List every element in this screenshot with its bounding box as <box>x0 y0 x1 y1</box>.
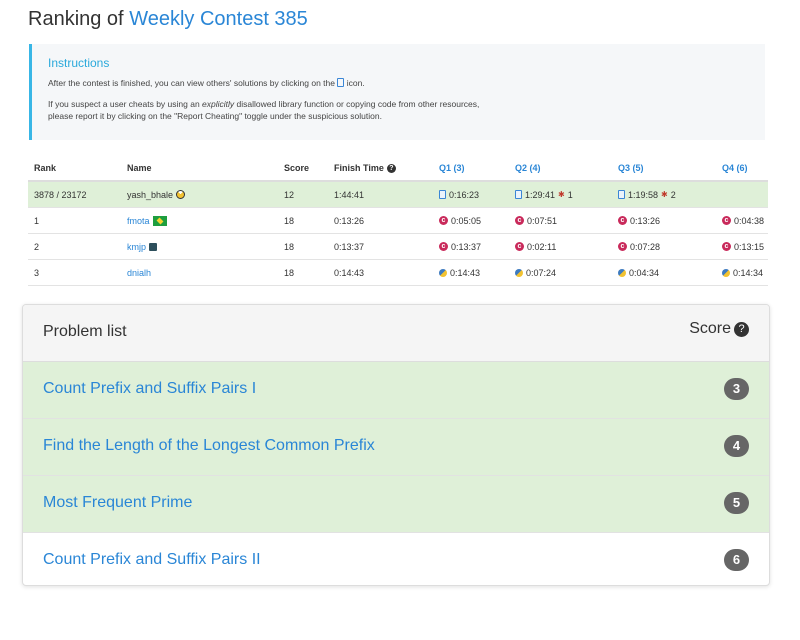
q4-cell[interactable]: 0:14:34 <box>722 260 763 285</box>
name-cell: kmjp <box>127 234 158 259</box>
q2-cell[interactable]: c 0:02:11 <box>515 234 556 259</box>
q4-cell[interactable]: c 0:13:15 <box>722 234 764 259</box>
page-title: Ranking of Weekly Contest 385 <box>28 8 308 30</box>
q1-cell[interactable]: 0:14:43 <box>439 260 480 285</box>
cpp-icon[interactable]: c <box>618 242 627 251</box>
user-link[interactable]: dnialh <box>127 268 151 278</box>
score-badge: 3 <box>724 378 749 400</box>
rank-cell: 3878 / 23172 <box>34 189 87 200</box>
help-question-icon[interactable]: ? <box>386 163 396 173</box>
instructions-panel: Instructions After the contest is finish… <box>29 44 765 140</box>
brazil-flag-icon <box>152 215 167 226</box>
ranking-header-row: Rank Name Score Finish Time ? Q1 (3) Q2 … <box>28 156 768 182</box>
python-icon[interactable] <box>722 268 730 277</box>
header-q2[interactable]: Q2 (4) <box>515 156 541 180</box>
q3-cell[interactable]: c 0:13:26 <box>618 208 660 233</box>
q4-cell[interactable]: c 0:04:38 <box>722 208 764 233</box>
problem-link[interactable]: Most Frequent Prime <box>43 494 192 512</box>
header-score: Score <box>284 163 310 173</box>
rank-cell: 3 <box>34 267 40 278</box>
name-cell: yash_bhale <box>127 182 186 207</box>
problem-item[interactable]: Count Prefix and Suffix Pairs II 6 <box>23 533 769 585</box>
cpp-icon[interactable]: c <box>722 216 731 225</box>
header-q4[interactable]: Q4 (6) <box>722 156 748 180</box>
instructions-heading: Instructions <box>48 56 110 70</box>
q3-cell[interactable]: 0:04:34 <box>618 260 659 285</box>
header-q3[interactable]: Q3 (5) <box>618 156 644 180</box>
problem-list-header: Problem list Score ? <box>23 305 769 362</box>
problem-list-title: Problem list <box>43 323 127 340</box>
score-cell: 18 <box>284 267 295 278</box>
problem-list-panel: Problem list Score ? Count Prefix and Su… <box>22 304 770 586</box>
contest-link[interactable]: Weekly Contest 385 <box>129 8 308 30</box>
solution-doc-icon <box>337 78 345 87</box>
q1-cell[interactable]: 0:16:23 <box>439 182 479 207</box>
cpp-icon[interactable]: c <box>515 242 524 251</box>
instructions-line-1: After the contest is finished, you can v… <box>48 78 365 88</box>
score-badge: 4 <box>724 435 749 457</box>
q2-cell[interactable]: c 0:07:51 <box>515 208 557 233</box>
user-avatar-icon <box>176 190 186 199</box>
python-icon[interactable] <box>618 268 626 277</box>
solution-doc-icon[interactable] <box>439 190 446 199</box>
problem-link[interactable]: Count Prefix and Suffix Pairs I <box>43 380 256 398</box>
solution-doc-icon[interactable] <box>515 190 522 199</box>
score-cell: 18 <box>284 215 295 226</box>
cpp-icon[interactable]: c <box>618 216 627 225</box>
table-row: 1 fmota 18 0:13:26 c 0:05:05 c 0:07:51 c 0:… <box>28 208 768 234</box>
table-row: 3 dnialh 18 0:14:43 0:14:43 0:07:24 0:04… <box>28 260 768 286</box>
header-rank: Rank <box>34 163 57 173</box>
finish-cell: 1:44:41 <box>334 189 365 200</box>
instructions-line-2: If you suspect a user cheats by using an… <box>48 99 480 109</box>
cpp-icon[interactable]: c <box>515 216 524 225</box>
q1-cell[interactable]: c 0:05:05 <box>439 208 481 233</box>
help-question-icon[interactable]: ? <box>734 321 749 337</box>
name-cell: dnialh <box>127 260 151 285</box>
name-cell: fmota <box>127 208 167 233</box>
q3-cell[interactable]: c 0:07:28 <box>618 234 660 259</box>
cpp-icon[interactable]: c <box>722 242 731 251</box>
q3-cell[interactable]: 1:19:58 ✱ 2 <box>618 182 676 207</box>
q2-cell[interactable]: 1:29:41 ✱ 1 <box>515 182 573 207</box>
finish-cell: 0:14:43 <box>334 267 365 278</box>
problem-item[interactable]: Find the Length of the Longest Common Pr… <box>23 419 769 476</box>
score-badge: 5 <box>724 492 749 514</box>
table-row-current-user: 3878 / 23172 yash_bhale 12 1:44:41 0:16:… <box>28 182 768 208</box>
problem-item[interactable]: Count Prefix and Suffix Pairs I 3 <box>23 362 769 419</box>
bug-icon: ✱ <box>661 190 668 199</box>
finish-cell: 0:13:37 <box>334 241 365 252</box>
python-icon[interactable] <box>439 268 447 277</box>
score-cell: 18 <box>284 241 295 252</box>
problem-list-score-header: Score ? <box>689 320 749 338</box>
instructions-line-3: please report it by clicking on the "Rep… <box>48 111 382 121</box>
score-badge: 6 <box>724 549 749 571</box>
bug-icon: ✱ <box>558 190 565 199</box>
score-cell: 12 <box>284 189 295 200</box>
user-avatar-icon <box>149 242 158 251</box>
header-finish-time: Finish Time ? <box>334 156 396 180</box>
cpp-icon[interactable]: c <box>439 216 448 225</box>
header-q1[interactable]: Q1 (3) <box>439 156 465 180</box>
q1-cell[interactable]: c 0:13:37 <box>439 234 481 259</box>
rank-cell: 1 <box>34 215 40 226</box>
ranking-table: Rank Name Score Finish Time ? Q1 (3) Q2 … <box>28 156 768 286</box>
problem-link[interactable]: Count Prefix and Suffix Pairs II <box>43 551 261 569</box>
q2-cell[interactable]: 0:07:24 <box>515 260 556 285</box>
rank-cell: 2 <box>34 241 40 252</box>
user-link[interactable]: kmjp <box>127 242 146 252</box>
cpp-icon[interactable]: c <box>439 242 448 251</box>
header-name: Name <box>127 163 152 173</box>
finish-cell: 0:13:26 <box>334 215 365 226</box>
problem-link[interactable]: Find the Length of the Longest Common Pr… <box>43 437 375 455</box>
user-link[interactable]: fmota <box>127 216 150 226</box>
table-row: 2 kmjp 18 0:13:37 c 0:13:37 c 0:02:11 c 0:0… <box>28 234 768 260</box>
solution-doc-icon[interactable] <box>618 190 625 199</box>
problem-item[interactable]: Most Frequent Prime 5 <box>23 476 769 533</box>
python-icon[interactable] <box>515 268 523 277</box>
